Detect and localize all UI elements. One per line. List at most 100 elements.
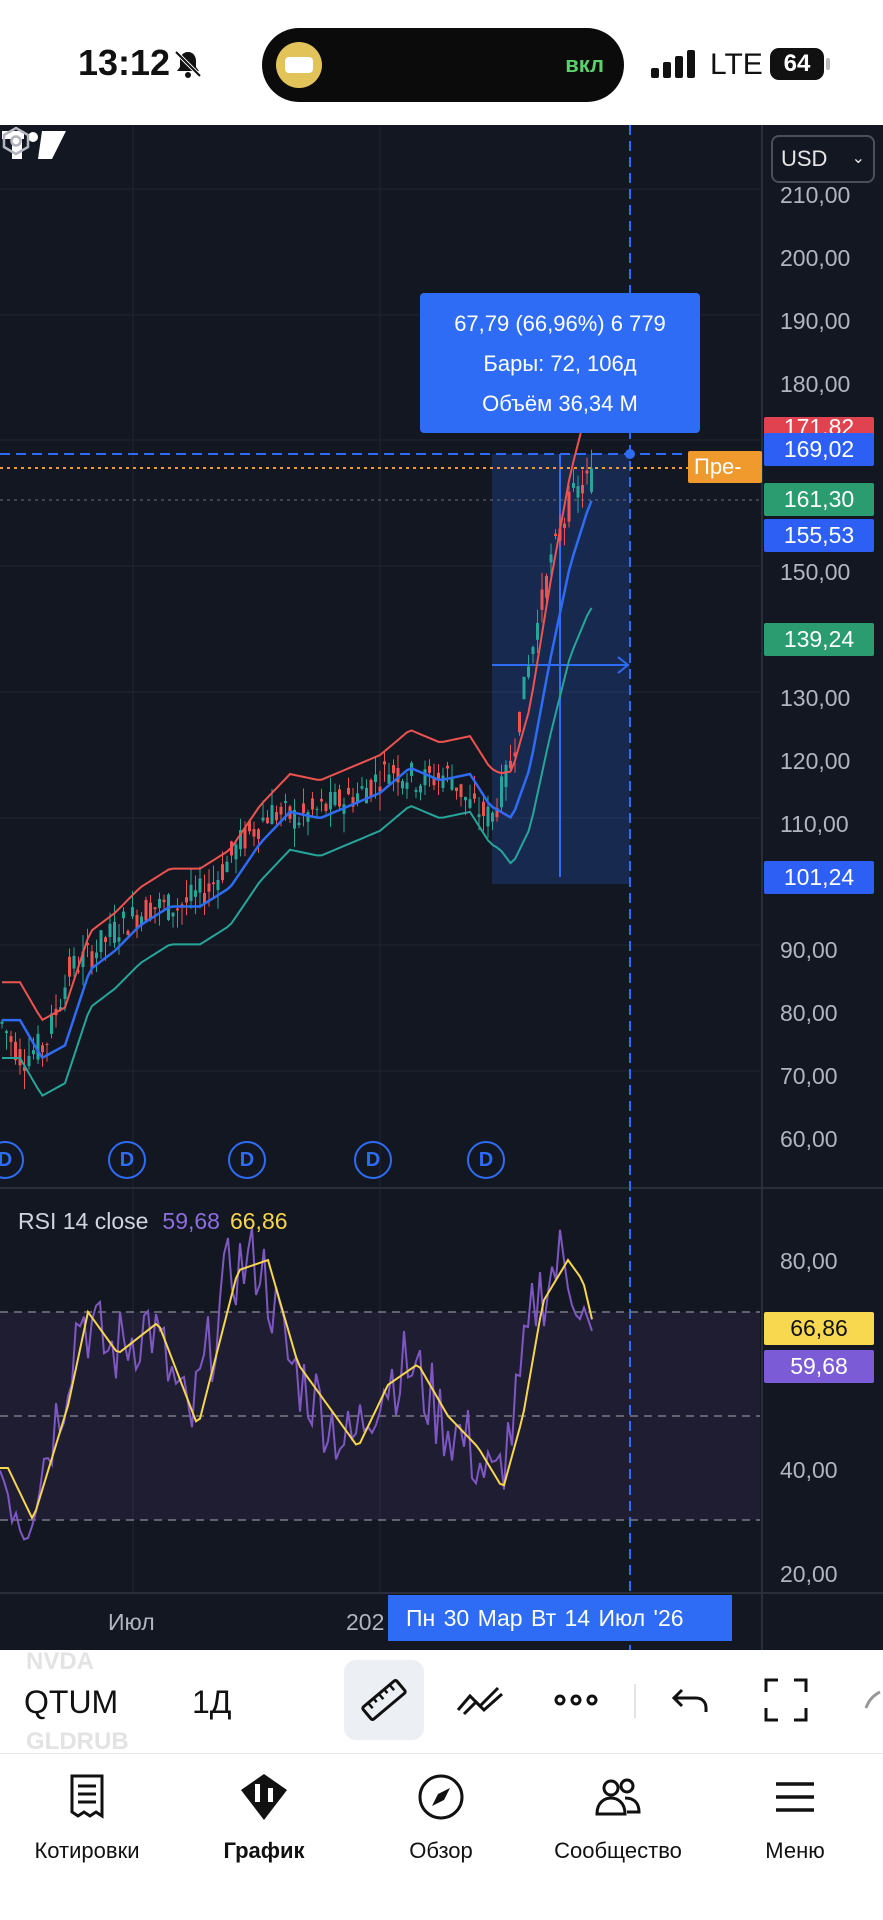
ruler-button[interactable] <box>344 1660 424 1740</box>
candle-body <box>536 622 539 640</box>
candle-body <box>500 776 503 808</box>
candle-body <box>122 911 125 919</box>
rsi-axis-label: 80,00 <box>780 1248 838 1274</box>
candle-body <box>284 801 287 803</box>
candle-body <box>468 799 472 808</box>
price-axis-label: 120,00 <box>780 748 851 774</box>
candle-body <box>198 878 202 893</box>
candle-body <box>441 775 445 788</box>
rsi-axis-label: 40,00 <box>780 1457 838 1483</box>
candle-body <box>554 533 557 537</box>
nav-menu[interactable]: Меню <box>710 1766 880 1876</box>
price-axis-label: 70,00 <box>780 1063 838 1089</box>
symbol-selector[interactable]: QTUM <box>24 1684 118 1721</box>
rsi-value-badge: 59,68 <box>764 1350 874 1383</box>
candle-body <box>428 766 431 773</box>
battery-icon: 64 <box>770 48 824 80</box>
chart-area[interactable]: USD ⌄ 210,00 200,00 190,00 180,00 150,00… <box>0 125 883 1650</box>
clock: 13:12 <box>78 42 171 83</box>
candle-body <box>446 765 449 769</box>
candle-body <box>437 772 440 779</box>
candle-body <box>194 890 197 897</box>
rsi-value: 59,68 <box>162 1208 220 1234</box>
candle-body <box>333 791 337 806</box>
nav-community[interactable]: Сообщество <box>533 1766 703 1876</box>
interval-selector[interactable]: 1Д <box>192 1684 231 1721</box>
nav-quotes[interactable]: Котировки <box>2 1766 172 1876</box>
candle-body <box>360 786 364 789</box>
candle-body <box>68 956 71 977</box>
candle-body <box>270 805 274 825</box>
candle-body <box>581 484 584 494</box>
candle-body <box>9 1036 13 1042</box>
drawing-tools-icon[interactable] <box>454 1674 506 1726</box>
rsi-ma-badge: 66,86 <box>764 1312 874 1345</box>
dividend-marker[interactable]: D <box>108 1141 146 1179</box>
price-axis-label: 210,00 <box>780 182 851 208</box>
candle-body <box>104 937 107 942</box>
candle-body <box>522 676 526 700</box>
candle-body <box>32 1050 35 1055</box>
time-axis-label: Июл <box>108 1609 155 1635</box>
rsi-ma-value: 66,86 <box>229 1208 288 1234</box>
candle-body <box>486 806 490 827</box>
candle-body <box>338 789 341 807</box>
candle-body <box>423 769 427 786</box>
nav-label: Обзор <box>409 1838 473 1863</box>
candle-body <box>144 899 148 921</box>
candle-body <box>540 589 544 610</box>
community-icon <box>595 1778 641 1816</box>
candle-body <box>549 554 553 563</box>
price-axis-label: 150,00 <box>780 559 851 585</box>
measure-change: 67,79 (66,96%) 6 779 <box>454 311 666 336</box>
dividend-marker[interactable]: D <box>354 1141 392 1179</box>
currency-selector[interactable]: USD ⌄ <box>771 135 875 183</box>
candle-body <box>585 470 589 474</box>
candle-body <box>113 921 116 943</box>
candle-body <box>185 897 188 903</box>
candle-body <box>27 1055 31 1067</box>
fullscreen-icon[interactable] <box>760 1674 812 1726</box>
nav-overview[interactable]: Обзор <box>356 1766 526 1876</box>
candle-body <box>63 987 67 1000</box>
candle-body <box>320 798 323 802</box>
candle-body <box>572 482 575 488</box>
candle-body <box>90 951 94 968</box>
candle-body <box>477 814 481 818</box>
candle-body <box>0 1021 4 1024</box>
bell-slash-icon <box>174 50 202 78</box>
candle-body <box>221 864 224 881</box>
candle-body <box>5 1031 8 1034</box>
candle-body <box>419 785 422 793</box>
candle-body <box>315 808 319 810</box>
rsi-legend[interactable]: RSI 14 close 59,68 66,86 <box>18 1208 288 1235</box>
candle-body <box>117 937 121 942</box>
compass-icon <box>418 1774 464 1820</box>
nav-label: График <box>223 1838 305 1863</box>
previous-symbol-hint: NVDA <box>26 1648 95 1675</box>
candle-body <box>207 883 211 892</box>
lower-band-badge: 139,24 <box>764 623 874 656</box>
dynamic-island[interactable]: вкл <box>262 28 624 102</box>
candle-body <box>455 787 458 792</box>
hexagon-settings-icon[interactable] <box>0 125 32 157</box>
candle-body <box>576 486 580 498</box>
chart-toolbar: NVDA QTUM GLDRUB 1Д <box>0 1648 883 1755</box>
undo-icon[interactable] <box>664 1674 716 1726</box>
rsi-title: RSI 14 close <box>18 1208 149 1234</box>
candle-body <box>158 899 161 909</box>
measure-date-range: Пн 30 Мар Вт 14 Июл '26 <box>388 1595 732 1641</box>
more-icon[interactable] <box>550 1674 602 1726</box>
dividend-marker[interactable]: D <box>467 1141 505 1179</box>
crosshair-point <box>625 449 635 459</box>
dividend-marker[interactable]: D <box>228 1141 266 1179</box>
candle-body <box>153 907 157 910</box>
candle-body <box>108 923 112 937</box>
toolbar-divider <box>634 1684 636 1718</box>
more-tools-icon[interactable] <box>860 1674 883 1726</box>
upper-band-badge: 161,30 <box>764 483 874 516</box>
candle-body <box>234 844 238 860</box>
battery-tip <box>826 58 830 70</box>
chevron-down-icon: ⌄ <box>851 150 865 167</box>
nav-chart[interactable]: График <box>179 1766 349 1876</box>
